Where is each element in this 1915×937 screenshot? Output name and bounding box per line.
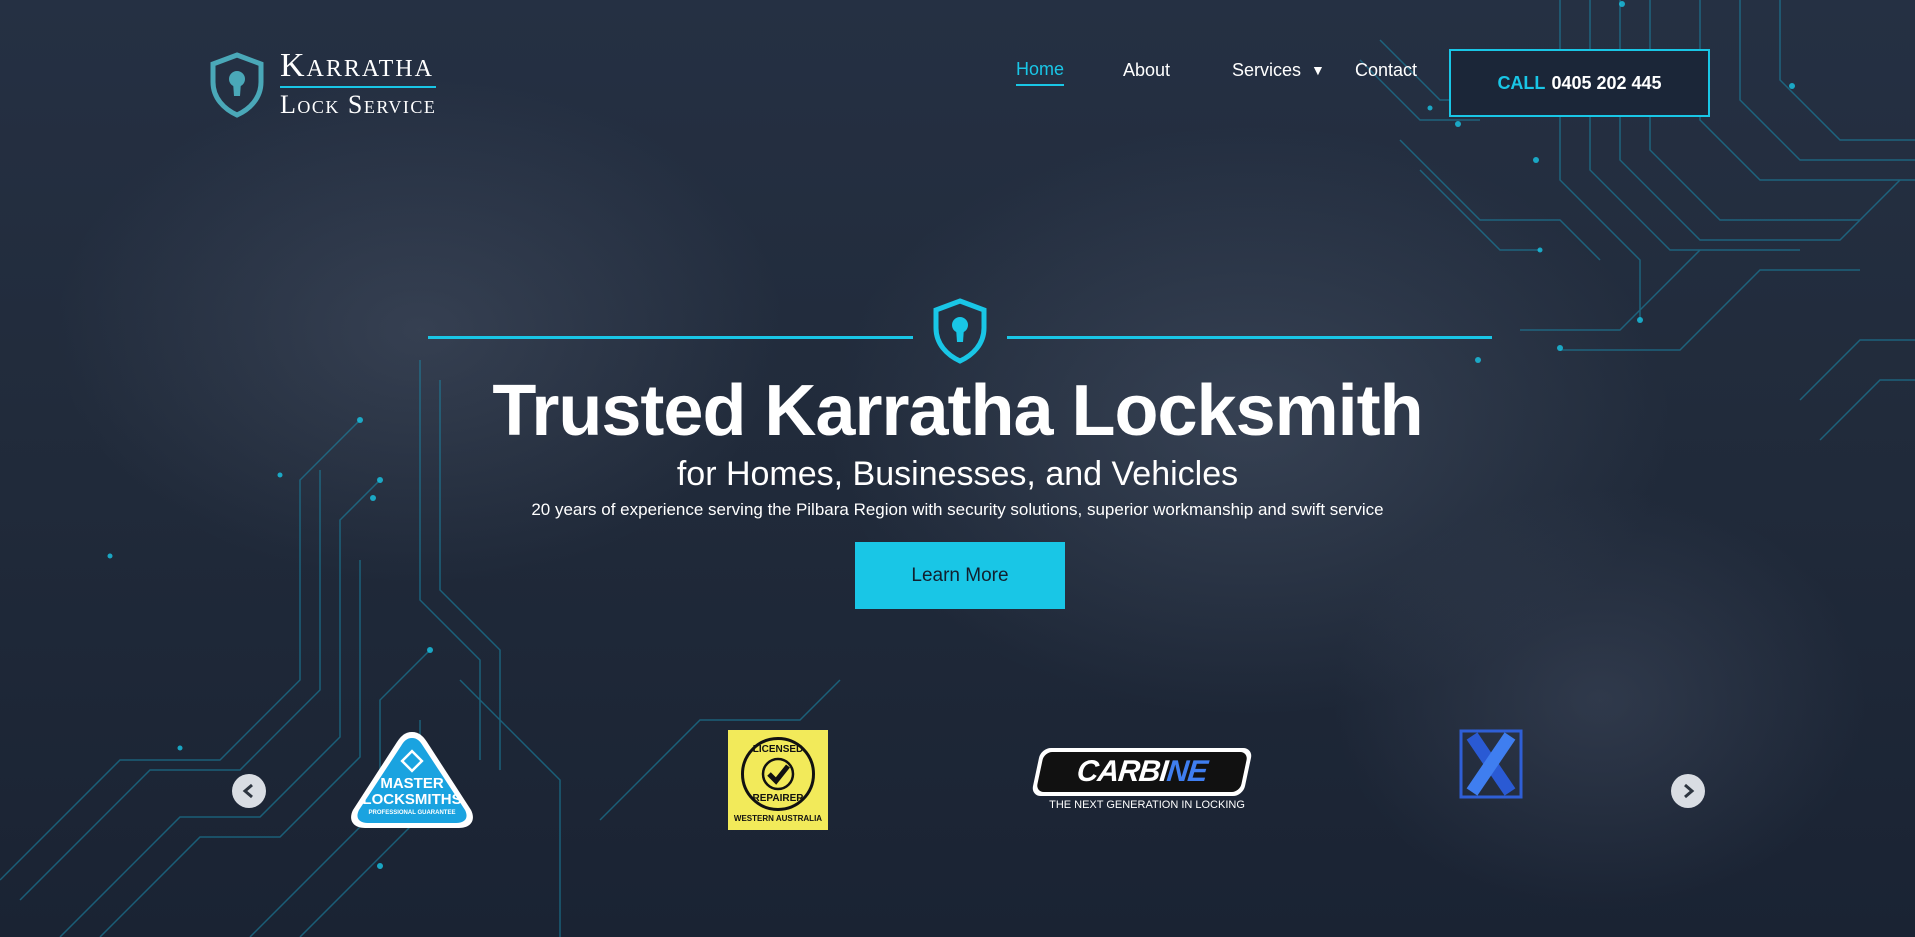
caret-down-icon: ▼: [1311, 62, 1325, 78]
chevron-right-icon: [1684, 783, 1695, 799]
brand-master-locksmiths[interactable]: MASTER LOCKSMITHS PROFESSIONAL GUARANTEE: [345, 728, 479, 837]
hero-subtitle: for Homes, Businesses, and Vehicles: [676, 455, 1239, 493]
nav-home[interactable]: Home: [1016, 59, 1065, 86]
shield-keyhole-icon: [933, 298, 987, 364]
call-number: 0405 202 445: [1551, 72, 1662, 93]
carousel-prev-button[interactable]: [232, 774, 266, 808]
divider-line-right: [1007, 336, 1492, 339]
carbine-badge: CARBINE: [1030, 748, 1254, 796]
shield-keyhole-icon: [210, 52, 264, 118]
hero-tagline: 20 years of experience serving the Pilba…: [531, 500, 1384, 519]
licensed-line3: WESTERN AUSTRALIA: [733, 814, 823, 823]
logo-title: Karratha: [280, 48, 437, 88]
brand-licensed-repairer[interactable]: LICENSED REPAIRER WESTERN AUSTRALIA: [728, 730, 828, 830]
licensed-line2: REPAIRER: [752, 793, 804, 804]
carbine-tagline: THE NEXT GENERATION IN LOCKING: [1049, 799, 1245, 811]
learn-more-button[interactable]: Learn More: [855, 542, 1065, 609]
site-logo[interactable]: Karratha Lock Service: [208, 48, 437, 122]
master-line3: PROFESSIONAL GUARANTEE: [369, 810, 456, 816]
divider-line-left: [428, 336, 913, 339]
nav-about[interactable]: About: [1123, 60, 1170, 85]
hero-title: Trusted Karratha Locksmith: [492, 371, 1423, 451]
master-line1: MASTER: [380, 775, 444, 792]
carousel-next-button[interactable]: [1671, 774, 1705, 808]
nav-services-label: Services: [1232, 59, 1302, 80]
call-button[interactable]: CALL 0405 202 445: [1449, 49, 1710, 117]
x-logo-icon: [1459, 729, 1523, 799]
nav-services[interactable]: Services ▼: [1232, 60, 1325, 85]
chevron-left-icon: [242, 783, 253, 799]
licensed-line1: LICENSED: [752, 744, 804, 755]
carbine-word-a: CARBI: [1075, 755, 1169, 788]
brand-carbine[interactable]: CARBINE THE NEXT GENERATION IN LOCKING: [1030, 748, 1254, 811]
master-line2: LOCKSMITHS: [362, 791, 461, 808]
brand-x[interactable]: [1458, 728, 1524, 805]
nav-contact[interactable]: Contact: [1355, 60, 1417, 85]
carbine-inner: CARBINE: [1035, 752, 1249, 792]
logo-subtitle: Lock Service: [280, 90, 437, 119]
call-prefix: CALL: [1497, 72, 1546, 93]
hero-divider: [428, 298, 1492, 368]
master-locksmiths-logo: MASTER LOCKSMITHS PROFESSIONAL GUARANTEE: [351, 732, 473, 828]
carbine-word-b: NE: [1165, 755, 1209, 788]
carbine-wordmark: CARBINE: [1075, 755, 1208, 789]
checkmark-icon: [761, 757, 795, 791]
licensed-seal: LICENSED REPAIRER: [741, 737, 815, 811]
